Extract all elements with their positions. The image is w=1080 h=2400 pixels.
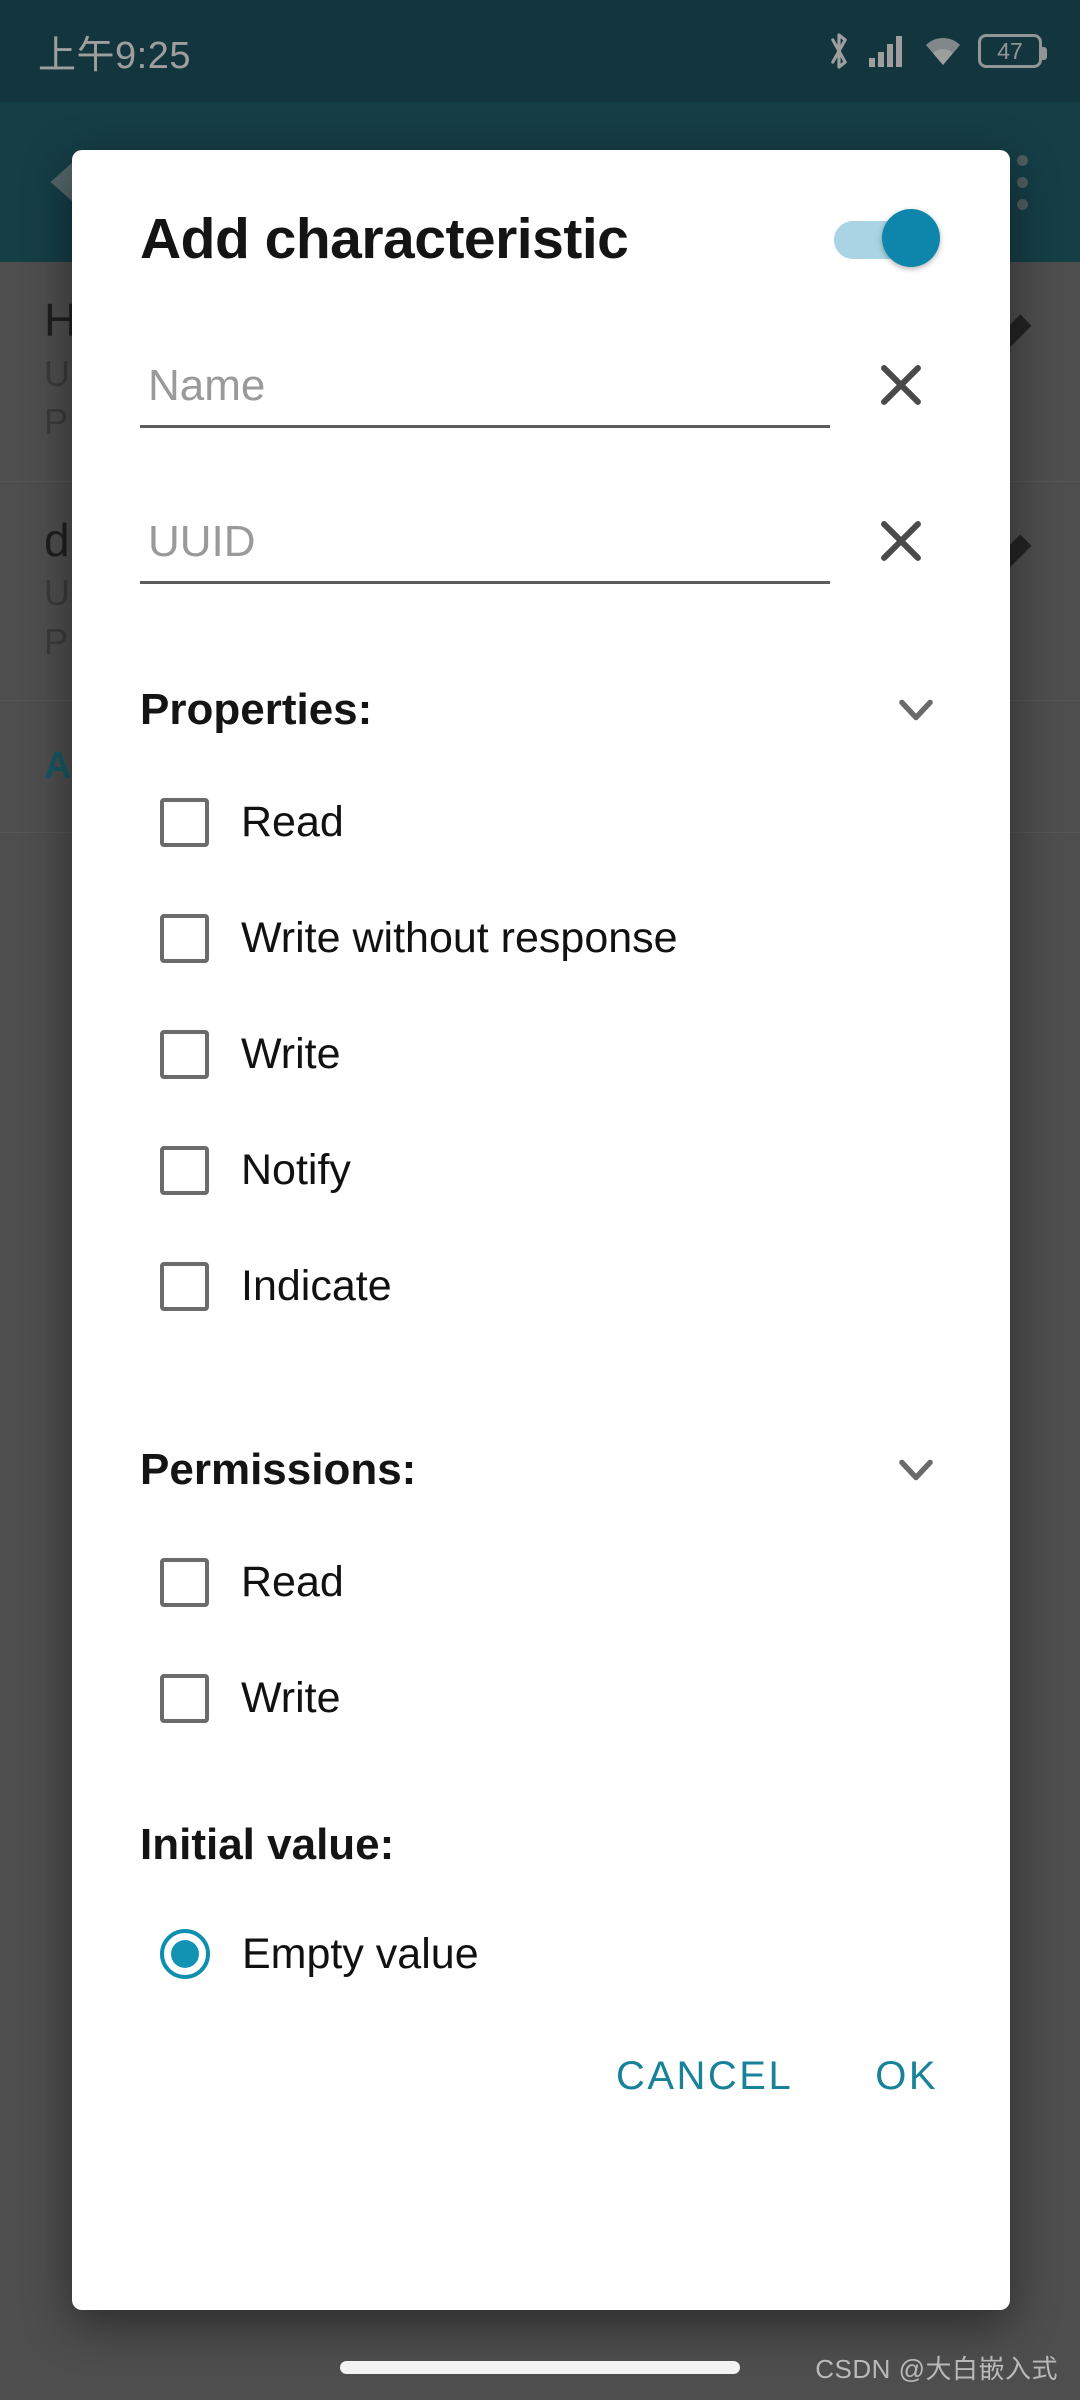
checkbox-label: Write without response <box>241 913 678 962</box>
checkbox-icon[interactable] <box>160 1261 209 1311</box>
chevron-down-icon[interactable] <box>890 1444 942 1496</box>
permissions-label: Permissions: <box>140 1445 417 1494</box>
checkbox-label: Indicate <box>241 1261 392 1310</box>
permissions-checkbox-read[interactable]: Read <box>140 1524 942 1640</box>
dialog-title: Add characteristic <box>140 207 629 271</box>
properties-section-header[interactable]: Properties: <box>140 684 942 736</box>
toggle-thumb <box>882 209 940 267</box>
dialog-body: Properties: Read Write without response … <box>72 356 1010 2012</box>
clear-x-icon[interactable] <box>872 512 930 570</box>
cancel-button[interactable]: CANCEL <box>610 2046 799 2107</box>
checkbox-icon[interactable] <box>160 1029 209 1079</box>
enable-toggle[interactable] <box>834 209 940 267</box>
chevron-down-icon[interactable] <box>890 684 942 736</box>
name-input[interactable] <box>140 361 830 428</box>
checkbox-label: Notify <box>241 1145 351 1194</box>
checkbox-label: Read <box>241 1557 344 1606</box>
checkbox-label: Read <box>241 797 344 846</box>
permissions-section-header[interactable]: Permissions: <box>140 1444 942 1496</box>
checkbox-icon[interactable] <box>160 913 209 963</box>
phone-screen: 上午9:25 47 H U P d U P A Add characterist… <box>0 0 1080 2400</box>
checkbox-label: Write <box>241 1029 341 1078</box>
initial-value-label: Initial value: <box>140 1820 395 1869</box>
name-field-row <box>140 356 942 428</box>
radio-icon[interactable] <box>160 1929 210 1979</box>
checkbox-label: Write <box>241 1673 341 1722</box>
radio-label: Empty value <box>242 1929 479 1978</box>
uuid-input[interactable] <box>140 517 830 584</box>
watermark: CSDN @大白嵌入式 <box>815 2354 1058 2384</box>
permissions-checkbox-write[interactable]: Write <box>140 1640 942 1756</box>
properties-checkbox-notify[interactable]: Notify <box>140 1112 942 1228</box>
properties-label: Properties: <box>140 685 373 734</box>
permissions-checkbox-list: Read Write <box>140 1524 942 1756</box>
dialog-actions: CANCEL OK <box>72 2012 1010 2155</box>
uuid-field-row <box>140 512 942 584</box>
properties-checkbox-write[interactable]: Write <box>140 996 942 1112</box>
properties-checkbox-read[interactable]: Read <box>140 764 942 880</box>
home-gesture-pill[interactable] <box>340 2361 740 2374</box>
checkbox-icon[interactable] <box>160 1673 209 1723</box>
properties-checkbox-list: Read Write without response Write Notify… <box>140 764 942 1344</box>
add-characteristic-dialog: Add characteristic Properties: <box>72 150 1010 2310</box>
clear-x-icon[interactable] <box>872 356 930 414</box>
ok-button[interactable]: OK <box>869 2046 944 2107</box>
checkbox-icon[interactable] <box>160 1145 209 1195</box>
initial-value-option-empty[interactable]: Empty value <box>140 1896 942 2012</box>
properties-checkbox-indicate[interactable]: Indicate <box>140 1228 942 1344</box>
initial-value-section-header: Initial value: <box>140 1820 942 1870</box>
dialog-header: Add characteristic <box>72 150 1010 272</box>
properties-checkbox-write-without-response[interactable]: Write without response <box>140 880 942 996</box>
checkbox-icon[interactable] <box>160 797 209 847</box>
checkbox-icon[interactable] <box>160 1557 209 1607</box>
